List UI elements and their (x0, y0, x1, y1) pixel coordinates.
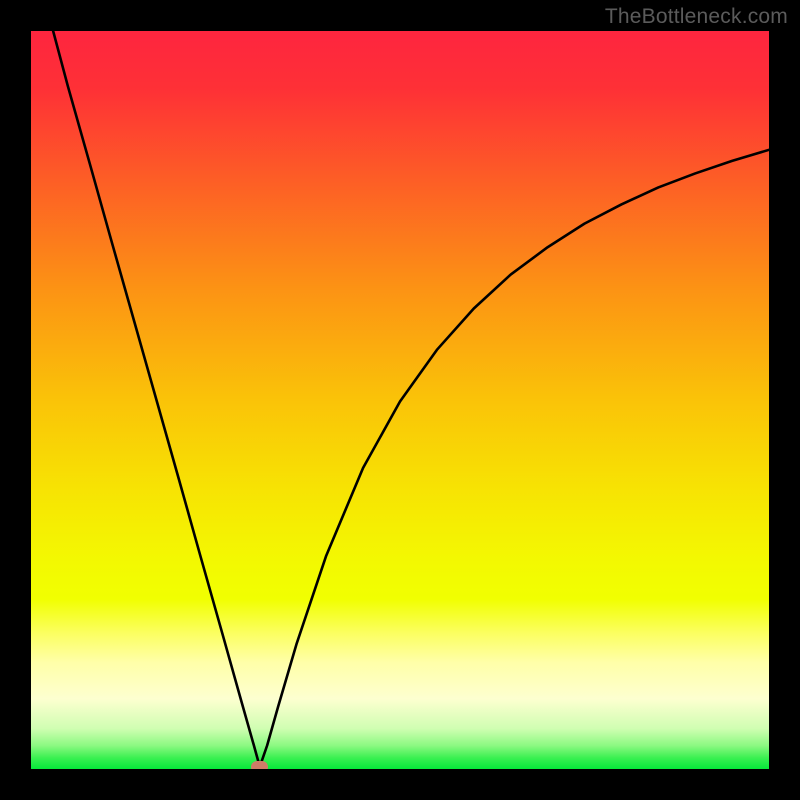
chart-frame: TheBottleneck.com (0, 0, 800, 800)
optimal-point-marker (251, 761, 268, 769)
plot-area (31, 31, 769, 769)
watermark-text: TheBottleneck.com (605, 5, 788, 29)
background-gradient (31, 31, 769, 769)
